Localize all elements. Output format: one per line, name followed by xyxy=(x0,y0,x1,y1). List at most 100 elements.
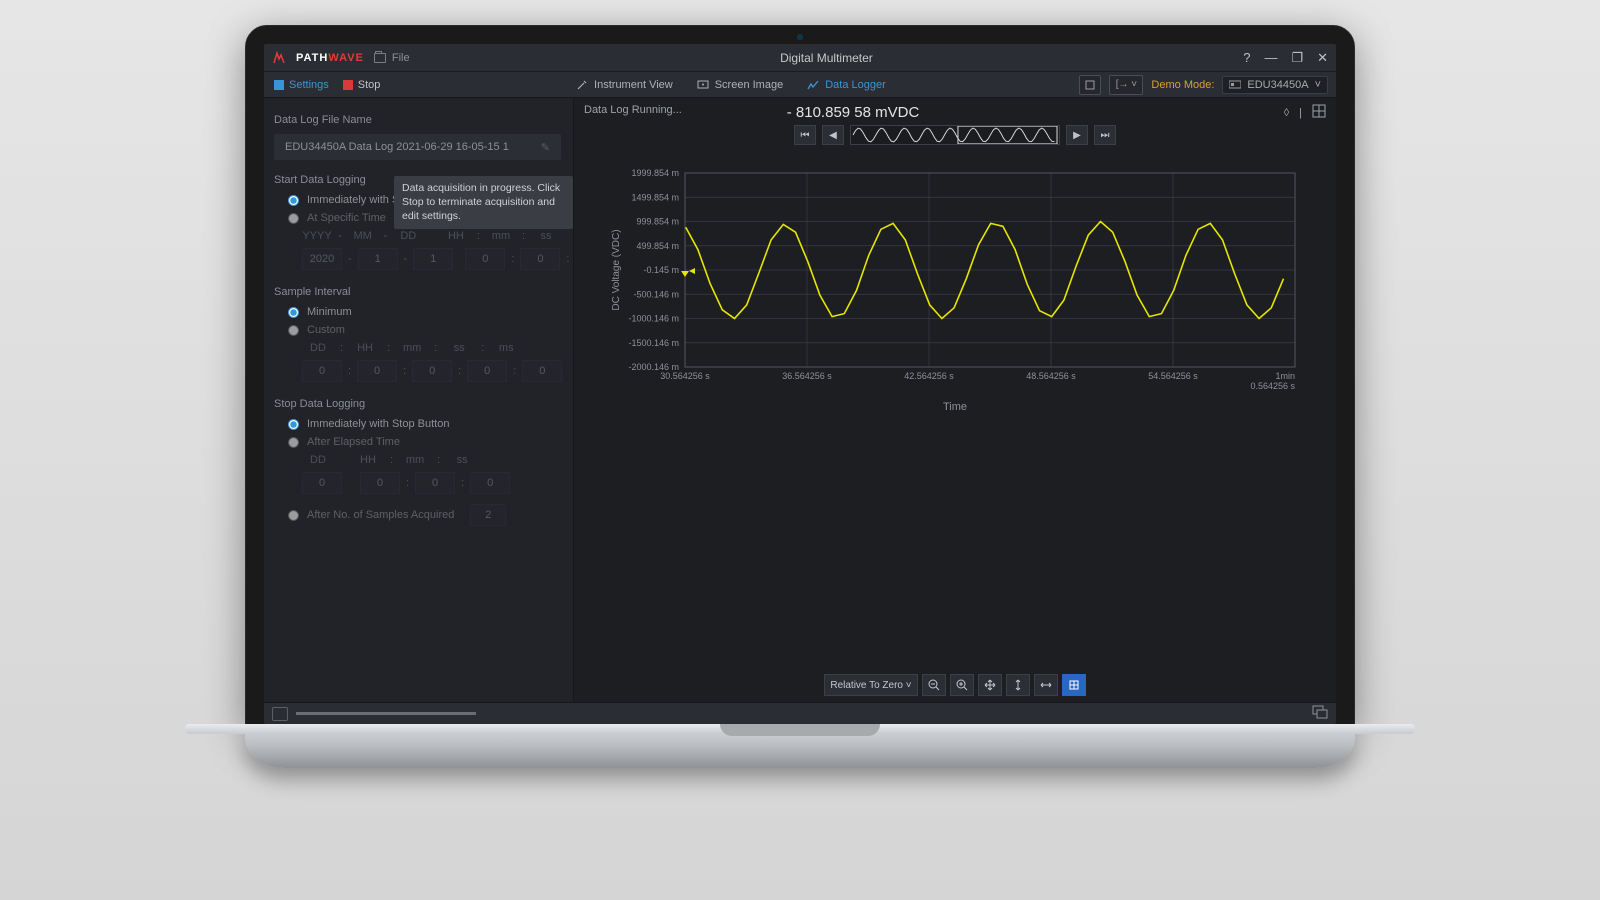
ci-ss[interactable] xyxy=(467,360,507,382)
stop-opt-elapsed[interactable]: After Elapsed Time xyxy=(288,436,561,448)
device-selector[interactable]: EDU34450A ˅ xyxy=(1222,76,1328,94)
start-time-header: YYYY- MM- DD HH: mm: ss xyxy=(302,230,561,242)
el-dd[interactable] xyxy=(302,472,342,494)
svg-text:-1500.146 m: -1500.146 m xyxy=(628,338,679,348)
close-button[interactable]: ✕ xyxy=(1317,50,1328,66)
tab-screen-image[interactable]: Screen Image xyxy=(697,79,783,91)
ci-ms[interactable] xyxy=(522,360,562,382)
camera-dot xyxy=(797,34,803,40)
stop-button[interactable]: Stop xyxy=(343,79,381,91)
svg-text:42.564256 s: 42.564256 s xyxy=(904,371,954,381)
sample-opt-custom[interactable]: Custom xyxy=(288,324,561,336)
samples-count-input[interactable]: 2 xyxy=(470,504,506,526)
svg-text:48.564256 s: 48.564256 s xyxy=(1026,371,1076,381)
brand-icon xyxy=(272,51,286,65)
voltage-chart[interactable]: 1999.854 m1499.854 m999.854 m499.854 m-0… xyxy=(605,167,1305,397)
nav-first-button[interactable]: ⏮ xyxy=(794,125,816,145)
elapsed-inputs: : : xyxy=(302,472,561,494)
stop-icon xyxy=(343,80,353,90)
stop-section-label: Stop Data Logging xyxy=(274,398,561,410)
tab-data-logger[interactable]: Data Logger xyxy=(807,79,886,91)
pan-button[interactable] xyxy=(978,674,1002,696)
nav-prev-button[interactable]: ◀ xyxy=(822,125,844,145)
hh-input[interactable] xyxy=(465,248,505,270)
min-input[interactable] xyxy=(520,248,560,270)
grid-mode-icon[interactable] xyxy=(1312,104,1326,121)
settings-icon xyxy=(274,80,284,90)
stop-radio-elapsed[interactable] xyxy=(288,437,299,448)
el-ss[interactable] xyxy=(470,472,510,494)
dd-input[interactable] xyxy=(413,248,453,270)
status-text: Data Log Running... xyxy=(584,104,682,116)
file-name-label: Data Log File Name xyxy=(274,114,561,126)
device-icon xyxy=(1229,80,1241,90)
stop-radio-samples[interactable] xyxy=(288,510,299,521)
nav-next-button[interactable]: ▶ xyxy=(1066,125,1088,145)
chart-area: 1999.854 m1499.854 m999.854 m499.854 m-0… xyxy=(574,157,1336,666)
settings-tab[interactable]: Settings xyxy=(274,79,329,91)
file-menu[interactable]: File xyxy=(374,52,410,64)
fit-y-button[interactable] xyxy=(1006,674,1030,696)
chevron-down-icon: ˅ xyxy=(906,680,912,691)
acquisition-tooltip: Data acquisition in progress. Click Stop… xyxy=(394,176,573,229)
svg-text:499.854 m: 499.854 m xyxy=(636,241,679,251)
ci-hh[interactable] xyxy=(357,360,397,382)
svg-text:30.564256 s: 30.564256 s xyxy=(660,371,710,381)
minimize-button[interactable]: — xyxy=(1264,50,1277,65)
fit-x-button[interactable] xyxy=(1034,674,1058,696)
overview-waveform[interactable] xyxy=(850,125,1060,145)
current-reading: - 810.859 58 mVDC xyxy=(787,104,920,121)
custom-interval-header: DD: HH: mm: ss: ms xyxy=(302,342,561,354)
el-mm[interactable] xyxy=(415,472,455,494)
app-title: Digital Multimeter xyxy=(780,51,873,65)
demo-mode-label: Demo Mode: xyxy=(1151,79,1214,91)
stop-opt-samples[interactable]: After No. of Samples Acquired 2 xyxy=(288,504,561,526)
relative-select[interactable]: Relative To Zero ˅ xyxy=(824,674,917,696)
toolbar-btn-1[interactable] xyxy=(1079,75,1101,95)
stop-opt-immediate[interactable]: Immediately with Stop Button xyxy=(288,418,561,430)
toolbar-btn-2[interactable]: [→ ˅ xyxy=(1109,75,1143,95)
start-radio-specific[interactable] xyxy=(288,213,299,224)
svg-text:-0.145 m: -0.145 m xyxy=(643,265,679,275)
status-bar xyxy=(264,702,1336,724)
sample-opt-minimum[interactable]: Minimum xyxy=(288,306,561,318)
elapsed-header: DD HH: mm: ss xyxy=(302,454,561,466)
sample-radio-min[interactable] xyxy=(288,307,299,318)
start-radio-immediate[interactable] xyxy=(288,195,299,206)
overview-navigator: ⏮ ◀ ▶ ⏭ xyxy=(574,125,1336,145)
el-hh[interactable] xyxy=(360,472,400,494)
mm-input[interactable] xyxy=(358,248,398,270)
svg-text:1min: 1min xyxy=(1275,371,1295,381)
sample-section-label: Sample Interval xyxy=(274,286,561,298)
svg-text:-500.146 m: -500.146 m xyxy=(633,289,679,299)
fit-all-button[interactable] xyxy=(1062,674,1086,696)
progress-indicator xyxy=(296,712,476,715)
statusbar-right-icon[interactable] xyxy=(1312,705,1328,722)
ci-dd[interactable] xyxy=(302,360,342,382)
sample-radio-custom[interactable] xyxy=(288,325,299,336)
zoom-in-button[interactable] xyxy=(950,674,974,696)
stop-radio-immediate[interactable] xyxy=(288,419,299,430)
svg-text:0.564256 s: 0.564256 s xyxy=(1250,381,1295,391)
help-button[interactable]: ? xyxy=(1243,50,1250,65)
nav-last-button[interactable]: ⏭ xyxy=(1094,125,1116,145)
chart-icon xyxy=(807,79,819,91)
yyyy-input[interactable] xyxy=(302,248,342,270)
zoom-out-button[interactable] xyxy=(922,674,946,696)
svg-text:-1000.146 m: -1000.146 m xyxy=(628,314,679,324)
marker-icon[interactable]: ◊ xyxy=(1284,107,1289,119)
statusbar-left-icon[interactable] xyxy=(272,707,288,721)
maximize-button[interactable]: ❐ xyxy=(1291,50,1303,66)
svg-text:54.564256 s: 54.564256 s xyxy=(1148,371,1198,381)
ci-mm[interactable] xyxy=(412,360,452,382)
tabs-bar: Settings Stop Instrument View Screen Ima… xyxy=(264,72,1336,98)
wand-icon xyxy=(576,79,588,91)
x-axis-title: Time xyxy=(594,401,1316,413)
folder-icon xyxy=(374,53,386,63)
tab-instrument-view[interactable]: Instrument View xyxy=(576,79,673,91)
divider-icon: | xyxy=(1299,107,1302,119)
file-name-input[interactable]: EDU34450A Data Log 2021-06-29 16-05-15 1… xyxy=(274,134,561,160)
svg-text:36.564256 s: 36.564256 s xyxy=(782,371,832,381)
svg-text:DC Voltage (VDC): DC Voltage (VDC) xyxy=(611,229,622,310)
custom-interval-inputs: : : : : xyxy=(302,360,561,382)
